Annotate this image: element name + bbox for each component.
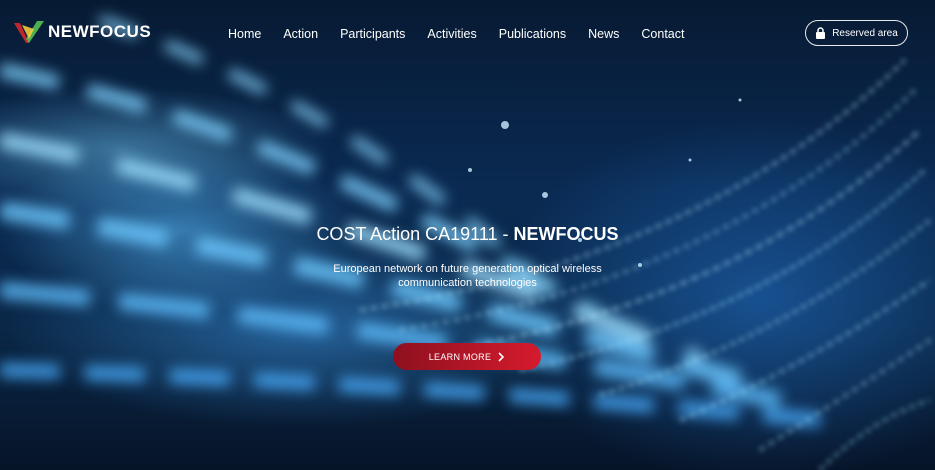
hero-section: NEWFOCUS Home Action Participants Activi…: [0, 0, 935, 470]
learn-more-label: LEARN MORE: [428, 351, 492, 362]
newfocus-logo-icon: [14, 21, 44, 43]
hero-title-brand: NEWFOCUS: [513, 224, 619, 244]
nav-participants[interactable]: Participants: [340, 27, 405, 41]
chevron-right-icon: [498, 351, 505, 362]
nav-action[interactable]: Action: [283, 27, 318, 41]
reserved-area-label: Reserved area: [832, 27, 898, 39]
nav-contact[interactable]: Contact: [641, 27, 684, 41]
nav-news[interactable]: News: [588, 27, 619, 41]
brand-logo[interactable]: NEWFOCUS: [12, 20, 151, 44]
reserved-area-button[interactable]: Reserved area: [805, 20, 908, 46]
hero-subtitle: European network on future generation op…: [333, 263, 602, 289]
top-navigation-bar: NEWFOCUS Home Action Participants Activi…: [0, 0, 935, 70]
learn-more-button[interactable]: LEARN MORE: [393, 343, 541, 370]
nav-home[interactable]: Home: [228, 27, 261, 41]
brand-name: NEWFOCUS: [48, 22, 152, 41]
hero-title-prefix: COST Action CA19111 -: [316, 224, 509, 244]
nav-activities[interactable]: Activities: [427, 27, 476, 41]
main-nav: Home Action Participants Activities Publ…: [228, 27, 707, 41]
nav-publications[interactable]: Publications: [499, 27, 566, 41]
lock-icon: [816, 27, 826, 39]
hero-title: COST Action CA19111 - NEWFOCUS: [0, 224, 935, 245]
